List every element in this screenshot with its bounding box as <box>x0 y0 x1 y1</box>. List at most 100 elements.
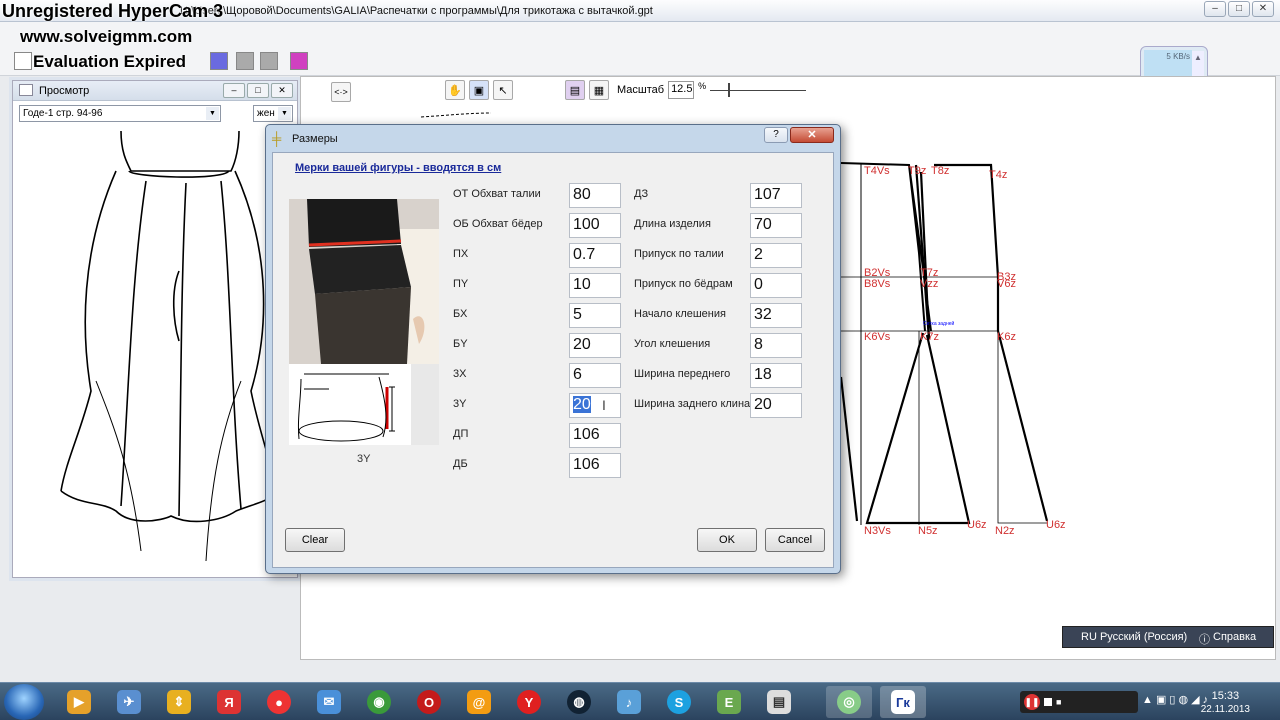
maximize-button[interactable]: □ <box>1228 1 1250 17</box>
zy-input[interactable]: 20 I <box>569 393 621 418</box>
mail-icon[interactable]: ✉ <box>306 686 352 718</box>
evernote-icon[interactable]: E <box>706 686 752 718</box>
measurement-illustration <box>289 199 439 445</box>
pattern-point-label: B8Vs <box>864 278 891 290</box>
pattern-point-label: U6z <box>967 519 987 531</box>
pattern-point-label: N2z <box>995 525 1015 537</box>
help-icon: ⓘ <box>1199 634 1210 646</box>
chevron-down-icon: ▼ <box>278 107 291 120</box>
clock-time: 15:33 <box>1211 690 1240 702</box>
audio-icon[interactable]: ♪ <box>606 686 652 718</box>
dialog-title: Размеры <box>292 133 338 145</box>
by-input[interactable]: 20 <box>569 333 621 358</box>
preview-maximize-button[interactable]: □ <box>247 83 269 98</box>
field-label: 3Y <box>453 398 467 410</box>
pattern-point-label: T4z <box>989 169 1008 181</box>
skype-icon[interactable]: S <box>656 686 702 718</box>
media-player-icon[interactable]: ▶ <box>56 686 102 718</box>
language-label[interactable]: RU Русский (Россия) <box>1081 631 1187 643</box>
color-icon[interactable] <box>290 52 308 70</box>
tray-icons: ▲ ▣ ▯ ◍ ◢ ♪ <box>1142 694 1209 706</box>
chrome-icon[interactable]: ◉ <box>356 686 402 718</box>
preview-minimize-button[interactable]: – <box>223 83 245 98</box>
dialog-titlebar[interactable]: ╪ Размеры ? ✕ <box>266 125 840 152</box>
back-gore-width-input[interactable]: 20 <box>750 393 802 418</box>
help-button[interactable]: ? <box>764 127 788 143</box>
clock-date: 22.11.2013 <box>1200 704 1250 715</box>
field-label: Ширина переднего <box>634 368 731 380</box>
document-icon[interactable]: ▤ <box>756 686 802 718</box>
waist-input[interactable]: 80 <box>569 183 621 208</box>
close-window-button[interactable]: ✕ <box>1252 1 1274 17</box>
pattern-point-label: T9z <box>908 165 927 177</box>
preview-close-button[interactable]: ✕ <box>271 83 293 98</box>
field-label: ДП <box>453 428 469 440</box>
ok-button[interactable]: OK <box>697 528 757 552</box>
flare-start-input[interactable]: 32 <box>750 303 802 328</box>
flare-angle-input[interactable]: 8 <box>750 333 802 358</box>
field-label: ПХ <box>453 248 469 260</box>
clear-button[interactable]: Clear <box>285 528 345 552</box>
minimize-button[interactable]: – <box>1204 1 1226 17</box>
chevron-down-icon: ▼ <box>206 107 219 120</box>
bx-input[interactable]: 5 <box>569 303 621 328</box>
window-controls: – □ ✕ <box>1204 1 1274 17</box>
yandex-icon[interactable]: Я <box>206 686 252 718</box>
model-select[interactable]: Годе-1 стр. 94-96 ▼ <box>19 105 221 122</box>
py-input[interactable]: 10 <box>569 273 621 298</box>
pattern-note: Сетка задней <box>923 321 955 327</box>
language-help-link[interactable]: Справка <box>1213 631 1256 643</box>
zx-input[interactable]: 6 <box>569 363 621 388</box>
dz-input[interactable]: 107 <box>750 183 802 208</box>
dp-input[interactable]: 106 <box>569 423 621 448</box>
opera-icon[interactable]: O <box>406 686 452 718</box>
waist-allowance-input[interactable]: 2 <box>750 243 802 268</box>
network-speed: 5 KB/s <box>1166 52 1190 61</box>
app-icon[interactable]: ◎ <box>826 686 872 718</box>
field-label: ПY <box>453 278 469 290</box>
gk-app-button[interactable]: Гк <box>880 686 926 718</box>
illustration-caption: 3Y <box>357 453 371 465</box>
watermark-line: www.solveigmm.com <box>20 27 193 46</box>
field-label: ОБ Обхват бёдер <box>453 218 543 230</box>
field-label: Припуск по бёдрам <box>634 278 733 290</box>
tool-icon[interactable] <box>260 52 278 70</box>
front-width-input[interactable]: 18 <box>750 363 802 388</box>
field-label: БХ <box>453 308 468 320</box>
gender-select[interactable]: жен ▼ <box>253 105 293 122</box>
field-label: Начало клешения <box>634 308 726 320</box>
preview-titlebar: Просмотр – □ ✕ <box>13 81 297 101</box>
language-bar[interactable]: RU Русский (Россия) ⓘ Справка <box>1062 626 1274 648</box>
start-button[interactable] <box>4 684 44 720</box>
app-icon[interactable]: ✈ <box>106 686 152 718</box>
preview-title: Просмотр <box>39 85 90 97</box>
preview-panel: Просмотр – □ ✕ Годе-1 стр. 94-96 ▼ жен ▼ <box>12 80 298 578</box>
field-label: БY <box>453 338 468 350</box>
cancel-button[interactable]: Cancel <box>765 528 825 552</box>
mail-agent-icon[interactable]: @ <box>456 686 502 718</box>
hip-allowance-input[interactable]: 0 <box>750 273 802 298</box>
pattern-point-label: K6Vs <box>864 331 891 343</box>
window-title: Ц:\Users\Щоровой\Documents\GALIA\Распеча… <box>180 5 653 17</box>
recorder-controls[interactable]: ❚❚ ■ <box>1020 691 1138 713</box>
figure-photo-icon <box>289 199 439 445</box>
watermark-line: Unregistered HyperCam 3 <box>2 1 224 21</box>
dialog-close-button[interactable]: ✕ <box>790 127 834 143</box>
hips-input[interactable]: 100 <box>569 213 621 238</box>
yandex-browser-icon[interactable]: Y <box>506 686 552 718</box>
main-toolbar <box>0 46 1280 76</box>
sizes-dialog: ╪ Размеры ? ✕ Мерки вашей фигуры - вводя… <box>265 124 841 574</box>
length-input[interactable]: 70 <box>750 213 802 238</box>
tool-icon[interactable] <box>236 52 254 70</box>
palette-icon[interactable] <box>210 52 228 70</box>
globe-icon[interactable]: ◍ <box>556 686 602 718</box>
app-icon[interactable]: ⇕ <box>156 686 202 718</box>
pattern-point-label: K7z <box>920 331 939 343</box>
new-file-icon[interactable] <box>14 52 32 70</box>
clock[interactable]: 15:33 22.11.2013 <box>1201 689 1250 717</box>
px-input[interactable]: 0.7 <box>569 243 621 268</box>
record-icon[interactable]: ● <box>256 686 302 718</box>
stop-icon <box>1044 698 1052 706</box>
skirt-sketch <box>60 131 277 562</box>
db-input[interactable]: 106 <box>569 453 621 478</box>
